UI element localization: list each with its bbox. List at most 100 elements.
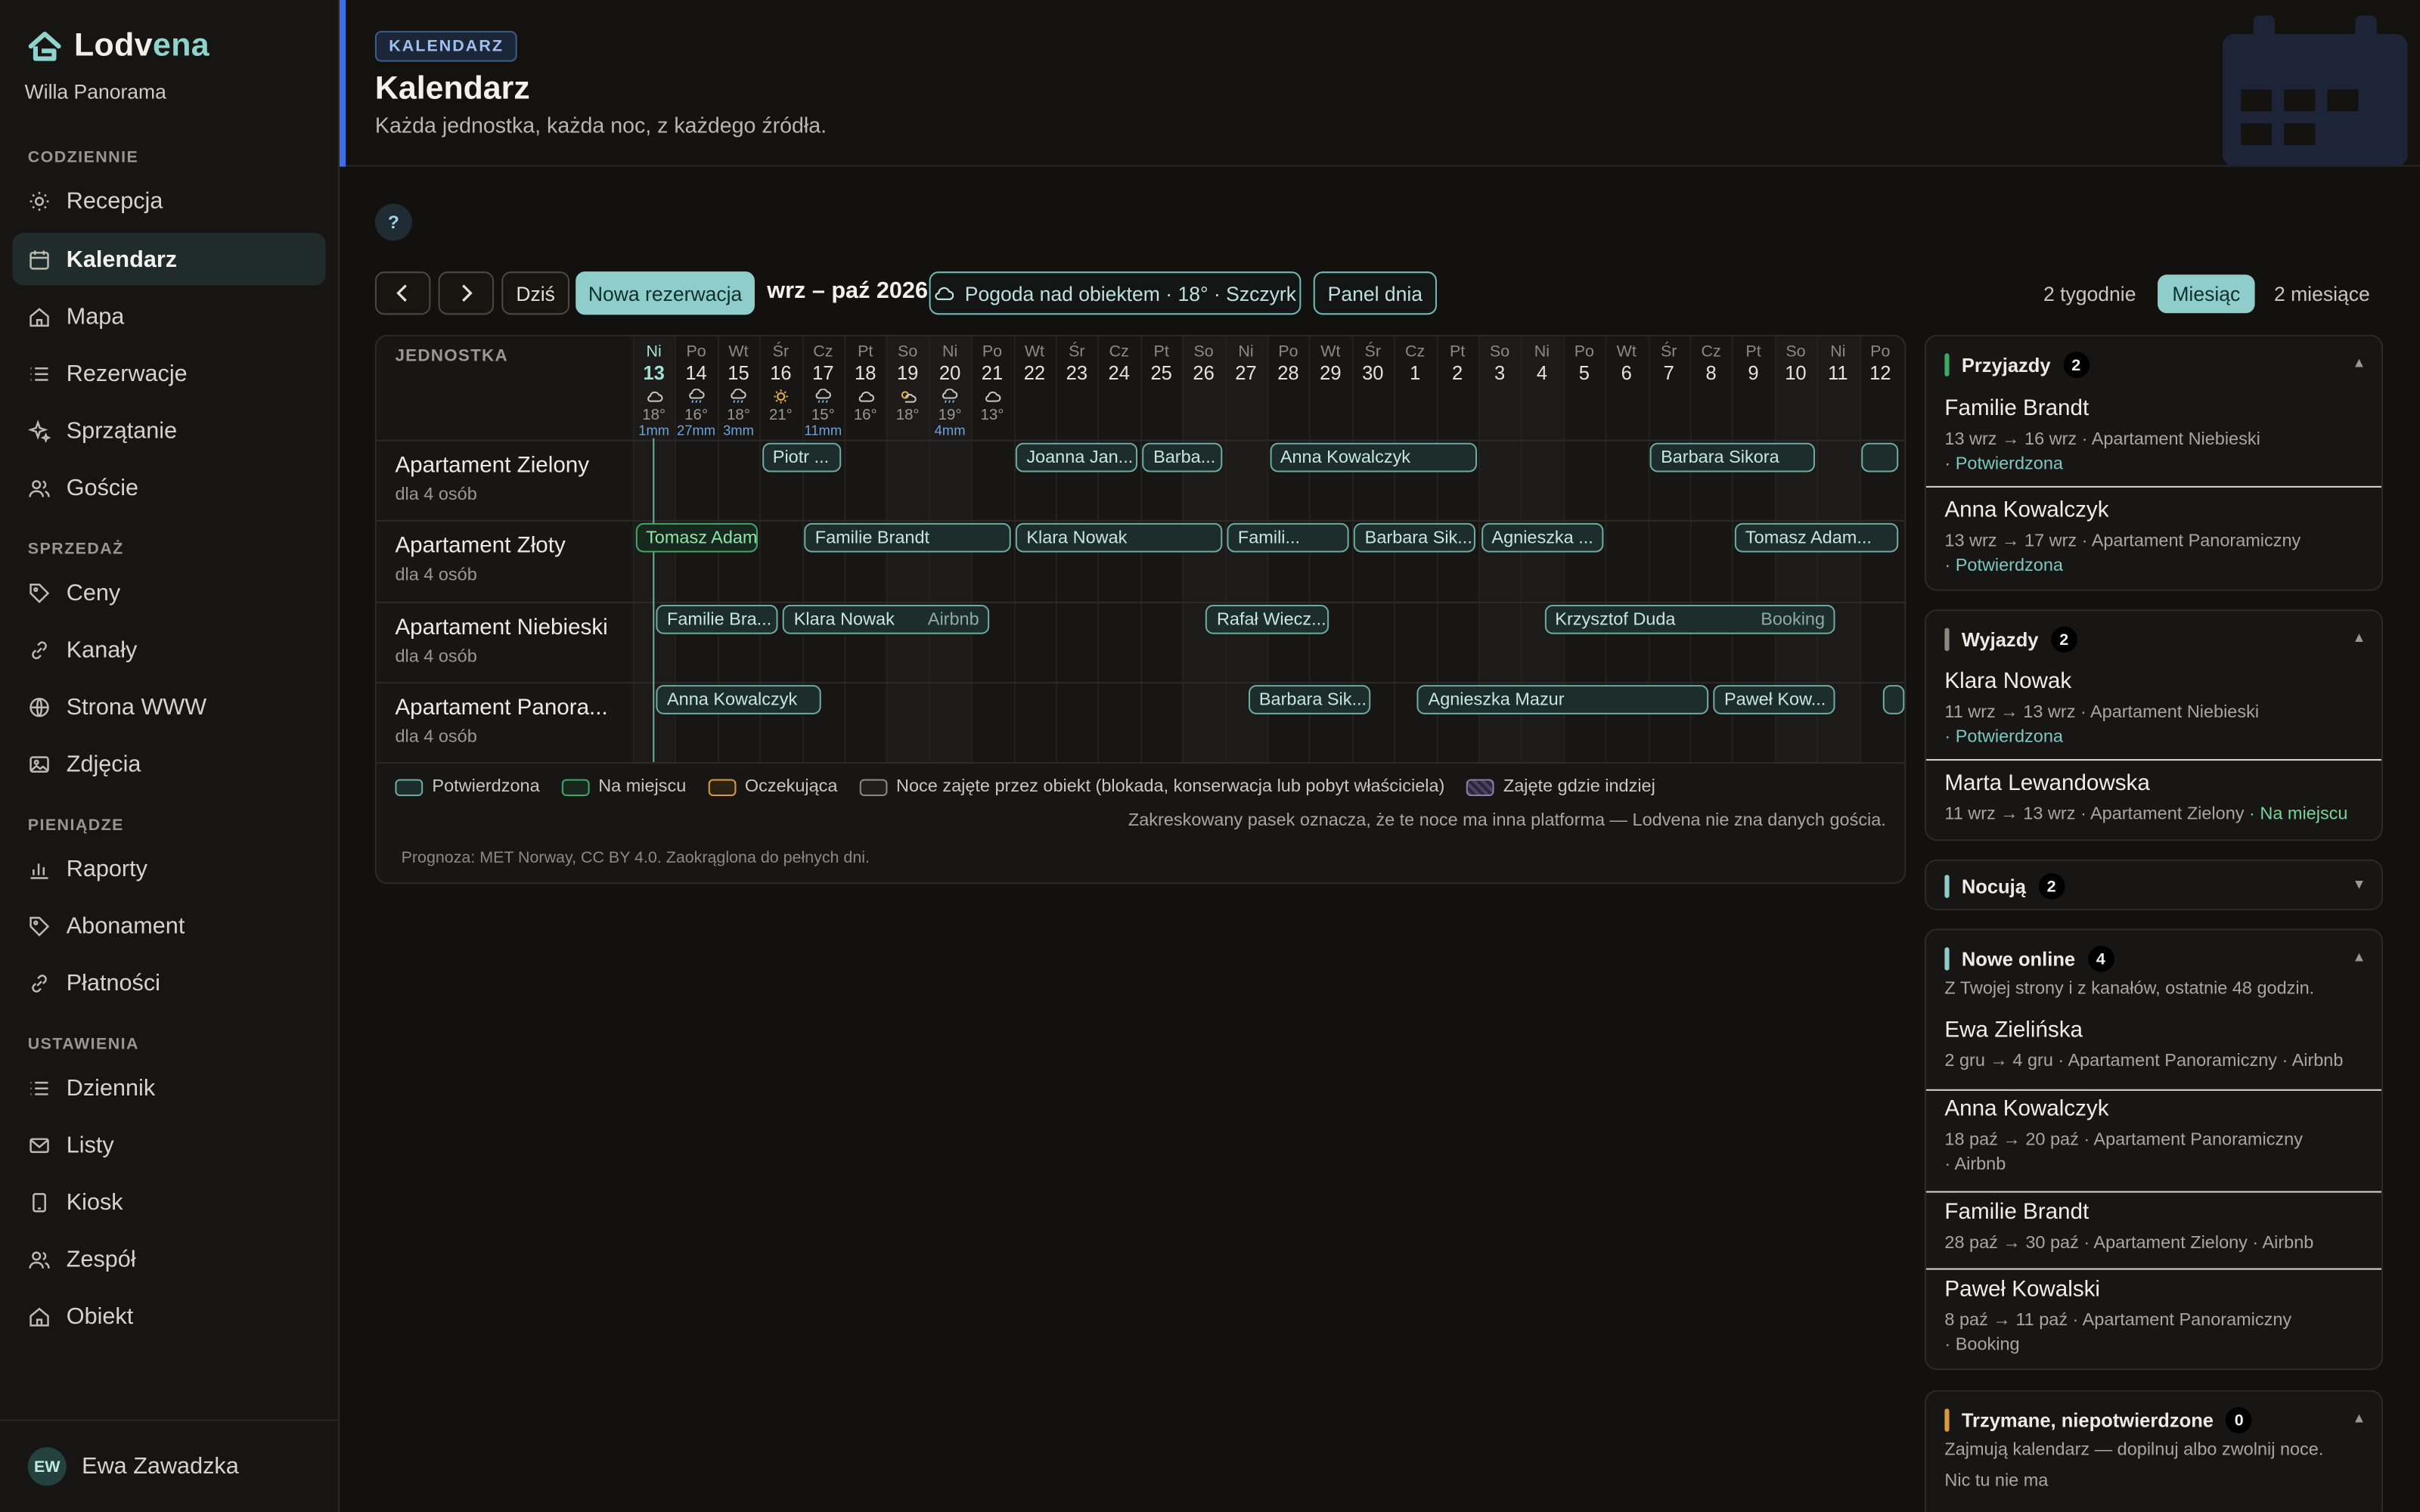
booking-bar[interactable]: Joanna Jan...: [1016, 442, 1138, 472]
collapse-icon[interactable]: ▲: [2352, 1410, 2366, 1425]
day-header[interactable]: Wt 15 18° 3mm: [718, 342, 760, 438]
panel-header[interactable]: Nowe online 4: [1944, 946, 2114, 972]
nav-item-payments[interactable]: Płatności: [12, 956, 325, 1009]
collapse-icon[interactable]: ▲: [2352, 355, 2366, 370]
day-header[interactable]: Wt 6: [1606, 342, 1648, 386]
booking-bar[interactable]: Anna Kowalczyk: [656, 685, 821, 714]
nav-item-reservations[interactable]: Rezerwacje: [12, 347, 325, 399]
booking-guest: Anna Kowalczyk: [1280, 448, 1411, 467]
sidebar: Lodvena Willa Panorama CODZIENNIE Recepc…: [0, 0, 340, 1512]
day-header[interactable]: Pt 18 16°: [844, 342, 886, 424]
help-button[interactable]: ?: [374, 203, 412, 241]
day-header[interactable]: Cz 24: [1098, 342, 1140, 386]
day-header[interactable]: Pt 2: [1436, 342, 1478, 386]
day-header[interactable]: Ni 11: [1817, 342, 1859, 386]
booking-bar[interactable]: Tomasz Adam...: [1734, 522, 1900, 553]
booking-bar[interactable]: Agnieszka ...: [1481, 522, 1603, 553]
booking-bar[interactable]: Barbara Sikora: [1649, 442, 1815, 472]
expand-icon[interactable]: ▼: [2352, 876, 2366, 891]
collapse-icon[interactable]: ▲: [2352, 630, 2366, 645]
day-header[interactable]: Ni 4: [1521, 342, 1563, 386]
nav-item-cleaning[interactable]: Sprzątanie: [12, 404, 325, 457]
day-header[interactable]: Śr 16 21°: [759, 342, 802, 424]
new-reservation-button[interactable]: Nowa rezerwacja: [576, 271, 755, 315]
nav-item-guests[interactable]: Goście: [12, 461, 325, 513]
day-header[interactable]: Śr 23: [1056, 342, 1098, 386]
next-button[interactable]: [438, 271, 495, 315]
day-header[interactable]: So 3: [1478, 342, 1521, 386]
day-header[interactable]: Śr 30: [1351, 342, 1394, 386]
booking-bar[interactable]: Klara Nowak Airbnb: [783, 604, 990, 634]
nav-item-subscription[interactable]: Abonament: [12, 900, 325, 952]
day-header[interactable]: Pt 9: [1733, 342, 1775, 386]
nav-item-channels[interactable]: Kanały: [12, 623, 325, 675]
booking-bar[interactable]: Barbara Sik...: [1354, 522, 1476, 553]
today-button[interactable]: Dziś: [501, 271, 570, 315]
booking-bar[interactable]: Piotr ...: [762, 442, 842, 472]
day-header[interactable]: Cz 8: [1690, 342, 1733, 386]
booking-bar[interactable]: [1882, 685, 1904, 714]
day-header[interactable]: Śr 7: [1648, 342, 1690, 386]
nav-item-kiosk[interactable]: Kiosk: [12, 1176, 325, 1228]
day-header[interactable]: Ni 27: [1225, 342, 1267, 386]
unit-name[interactable]: Apartament Niebieski: [395, 615, 607, 640]
booking-bar[interactable]: Familie Brandt: [804, 522, 1011, 553]
day-header[interactable]: Po 5: [1563, 342, 1606, 386]
panel-header[interactable]: Trzymane, niepotwierdzone 0: [1944, 1407, 2253, 1433]
panel-header[interactable]: Przyjazdy 2: [1944, 352, 2090, 378]
collapse-icon[interactable]: ▲: [2352, 949, 2366, 964]
view-month[interactable]: Miesiąc: [2158, 274, 2255, 314]
nav-item-map[interactable]: Mapa: [12, 290, 325, 342]
day-header[interactable]: So 26: [1183, 342, 1225, 386]
day-header[interactable]: Po 14 16° 27mm: [675, 342, 718, 438]
booking-bar[interactable]: Tomasz Adam...: [634, 522, 758, 553]
nav-item-team[interactable]: Zespół: [12, 1233, 325, 1285]
booking-bar[interactable]: Agnieszka Mazur: [1417, 685, 1709, 714]
booking-bar[interactable]: Barbara Sik...: [1248, 685, 1371, 714]
nav-item-website[interactable]: Strona WWW: [12, 680, 325, 733]
view-2-months[interactable]: 2 miesiące: [2266, 274, 2378, 313]
day-header[interactable]: So 19 18°: [886, 342, 929, 424]
booking-bar[interactable]: Barba...: [1142, 442, 1223, 472]
view-2-weeks[interactable]: 2 tygodnie: [2034, 274, 2145, 313]
staying-panel[interactable]: Nocują 2 ▼: [1924, 859, 2383, 911]
nav-item-photos[interactable]: Zdjęcia: [12, 738, 325, 790]
day-number: 11: [1828, 362, 1848, 385]
booking-bar[interactable]: [1861, 442, 1900, 472]
booking-bar[interactable]: Familie Bra...: [656, 604, 779, 634]
day-header[interactable]: Po 12: [1859, 342, 1901, 386]
day-header[interactable]: Wt 22: [1013, 342, 1056, 386]
nav-item-log[interactable]: Dziennik: [12, 1061, 325, 1114]
prev-button[interactable]: [374, 271, 431, 315]
weather-button[interactable]: Pogoda nad obiektem · 18° · Szczyrk: [929, 271, 1302, 315]
unit-name[interactable]: Apartament Zielony: [395, 454, 589, 479]
user-menu[interactable]: EW Ewa Zawadzka: [0, 1419, 338, 1512]
booking-bar[interactable]: Rafał Wiecz...: [1205, 604, 1329, 634]
nav-item-reports[interactable]: Raporty: [12, 842, 325, 894]
booking-bar[interactable]: Anna Kowalczyk: [1269, 442, 1477, 472]
day-header[interactable]: Ni 20 19° 4mm: [929, 342, 971, 438]
panel-header[interactable]: Nocują 2: [1944, 873, 2065, 900]
day-panel-button[interactable]: Panel dnia: [1313, 271, 1437, 315]
nav-item-calendar[interactable]: Kalendarz: [12, 233, 326, 286]
logo[interactable]: Lodvena: [28, 28, 209, 65]
day-header[interactable]: Wt 29: [1309, 342, 1351, 386]
day-header[interactable]: Pt 25: [1140, 342, 1183, 386]
day-header[interactable]: Cz 1: [1394, 342, 1436, 386]
day-header[interactable]: Po 28: [1267, 342, 1309, 386]
unit-name[interactable]: Apartament Panora...: [395, 696, 607, 720]
day-header[interactable]: So 10: [1775, 342, 1817, 386]
booking-bar[interactable]: Klara Nowak: [1016, 522, 1223, 553]
day-header[interactable]: Po 21 13°: [971, 342, 1013, 424]
day-header[interactable]: Ni 13 18° 1mm: [633, 342, 675, 438]
booking-bar[interactable]: Famili...: [1227, 522, 1350, 553]
nav-item-property[interactable]: Obiekt: [12, 1290, 325, 1342]
booking-bar[interactable]: Krzysztof Duda Booking: [1544, 604, 1836, 634]
nav-item-reception[interactable]: Recepcja: [12, 175, 325, 227]
unit-name[interactable]: Apartament Złoty: [395, 534, 565, 559]
day-header[interactable]: Cz 17 15° 11mm: [802, 342, 844, 438]
panel-header[interactable]: Wyjazdy 2: [1944, 626, 2077, 653]
nav-item-prices[interactable]: Ceny: [12, 566, 325, 618]
booking-bar[interactable]: Paweł Kow...: [1713, 685, 1836, 714]
nav-item-letters[interactable]: Listy: [12, 1119, 325, 1171]
